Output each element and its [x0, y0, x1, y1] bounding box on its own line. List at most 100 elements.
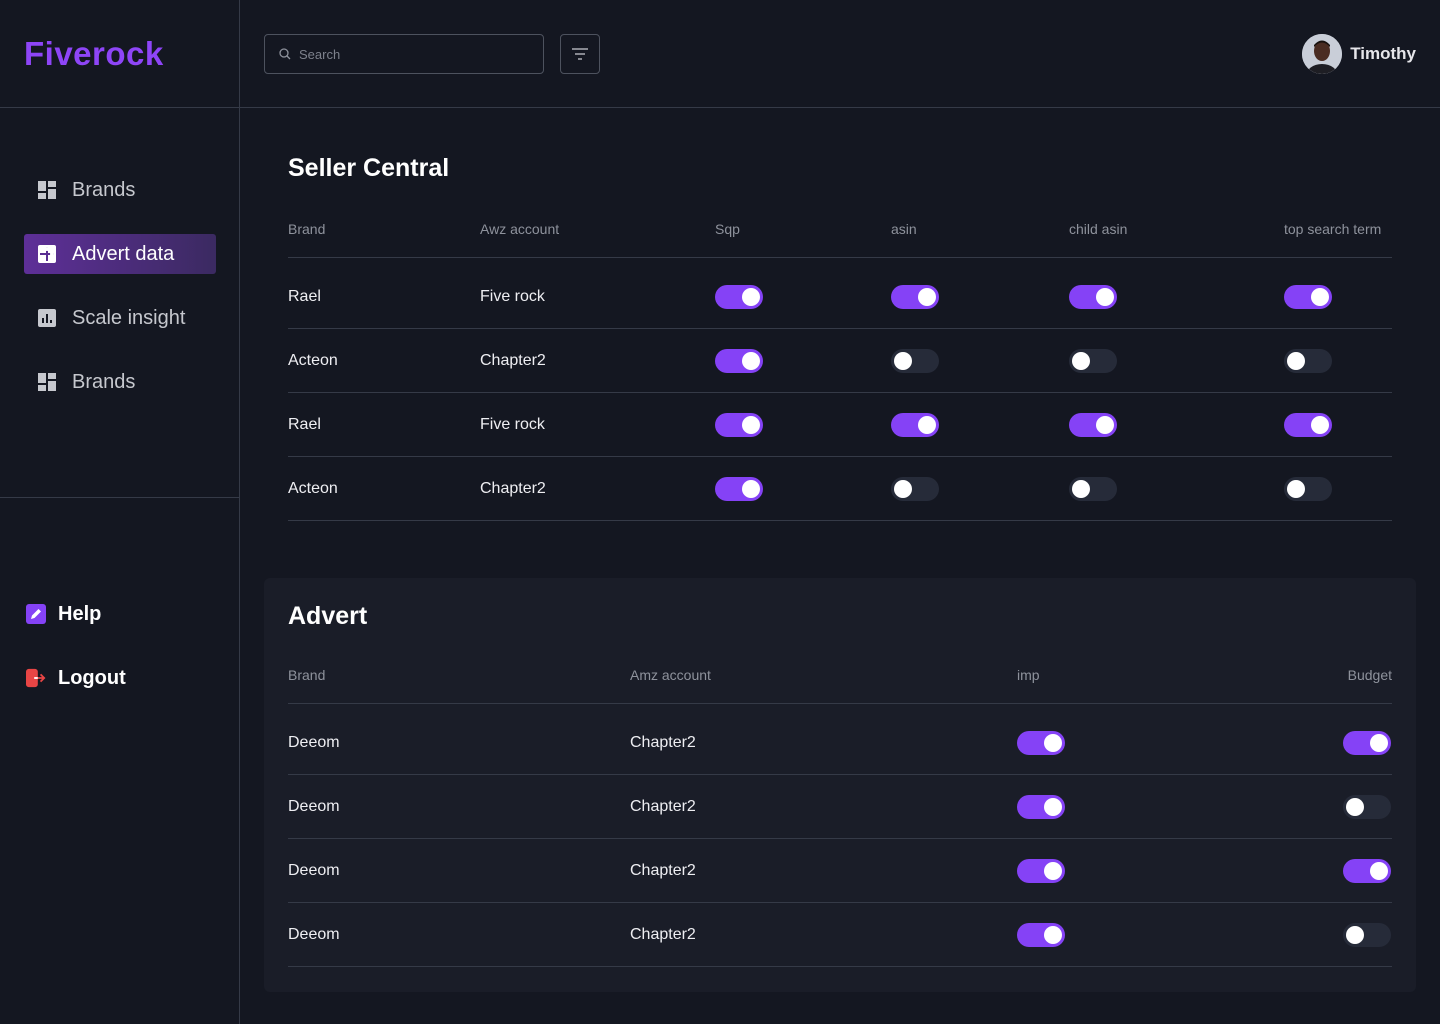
seller-central-section: Seller Central Brand Awz account Sqp asi…	[288, 154, 1392, 521]
advert-card: Advert Brand Amz account imp Budget Deeo…	[264, 578, 1416, 992]
budget-toggle[interactable]	[1343, 731, 1391, 755]
child-asin-toggle[interactable]	[1069, 412, 1117, 437]
sidebar-item-brands-2[interactable]: Brands	[24, 362, 216, 402]
account-cell: Chapter2	[630, 925, 696, 943]
logout-button[interactable]: Logout	[26, 660, 126, 696]
advert-section: Advert Brand Amz account imp Budget Deeo…	[288, 602, 1392, 967]
sidebar-bottom-nav: Help Logout	[26, 596, 126, 724]
table-row: Deeom Chapter2	[288, 703, 1392, 775]
search-box[interactable]	[264, 34, 544, 74]
grid-icon	[38, 181, 56, 199]
toggle-knob	[1044, 734, 1062, 752]
toggle-knob	[1287, 351, 1305, 370]
imp-toggle[interactable]	[1017, 794, 1065, 819]
sidebar-item-brands[interactable]: Brands	[24, 170, 216, 210]
imp-toggle[interactable]	[1017, 858, 1065, 883]
brand-cell: Deeom	[288, 797, 340, 815]
child-asin-toggle[interactable]	[1069, 476, 1117, 501]
toggle-knob	[1370, 734, 1388, 752]
asin-toggle[interactable]	[891, 348, 939, 373]
toggle-knob	[1346, 797, 1364, 816]
table-body: Rael Five rock Acteon Chapter2 Rael Five…	[288, 257, 1392, 521]
brand-cell: Acteon	[288, 479, 338, 497]
column-header: top search term	[1284, 221, 1382, 237]
column-header: asin	[891, 221, 917, 237]
sqp-toggle[interactable]	[715, 412, 763, 437]
sqp-toggle[interactable]	[715, 348, 763, 373]
asin-toggle[interactable]	[891, 412, 939, 437]
account-cell: Chapter2	[480, 479, 546, 497]
brand-cell: Rael	[288, 415, 321, 433]
column-header: Sqp	[715, 221, 740, 237]
column-header: Brand	[288, 667, 326, 683]
top-search-term-toggle[interactable]	[1284, 285, 1332, 309]
column-header: Brand	[288, 221, 326, 237]
account-cell: Five rock	[480, 415, 545, 433]
column-header: Budget	[1347, 667, 1392, 683]
puzzle-icon	[38, 245, 56, 263]
user-name: Timothy	[1350, 44, 1416, 63]
sidebar-nav: Brands Advert data Scale insight Brands	[24, 170, 216, 426]
avatar[interactable]	[1302, 34, 1343, 74]
help-label: Help	[58, 602, 102, 625]
table-row: Rael Five rock	[288, 393, 1392, 457]
budget-toggle[interactable]	[1343, 858, 1391, 883]
child-asin-toggle[interactable]	[1069, 348, 1117, 373]
imp-toggle[interactable]	[1017, 922, 1065, 947]
toggle-knob	[1044, 925, 1062, 944]
edit-icon	[26, 604, 46, 624]
asin-toggle[interactable]	[891, 285, 939, 309]
help-button[interactable]: Help	[26, 596, 126, 632]
toggle-knob	[1096, 415, 1114, 434]
sidebar: Fiverock Brands Advert data Scale insigh…	[0, 0, 240, 1024]
account-cell: Chapter2	[630, 861, 696, 879]
toggle-knob	[1096, 288, 1114, 306]
budget-toggle[interactable]	[1343, 922, 1391, 947]
filter-icon	[572, 48, 588, 60]
sqp-toggle[interactable]	[715, 476, 763, 501]
toggle-knob	[1346, 925, 1364, 944]
top-search-term-toggle[interactable]	[1284, 348, 1332, 373]
sidebar-item-scale-insight[interactable]: Scale insight	[24, 298, 216, 338]
table-row: Acteon Chapter2	[288, 457, 1392, 521]
toggle-knob	[1072, 351, 1090, 370]
imp-toggle[interactable]	[1017, 731, 1065, 755]
column-header: Awz account	[480, 221, 560, 237]
sidebar-item-label: Brands	[72, 178, 136, 201]
app-logo[interactable]: Fiverock	[24, 35, 164, 73]
toggle-knob	[1287, 479, 1305, 498]
table-row: Deeom Chapter2	[288, 903, 1392, 967]
toggle-knob	[894, 351, 912, 370]
sidebar-item-label: Scale insight	[72, 306, 186, 329]
avatar-image	[1302, 34, 1343, 74]
account-cell: Five rock	[480, 288, 545, 305]
sidebar-item-advert-data[interactable]: Advert data	[24, 234, 216, 274]
brand-cell: Deeom	[288, 925, 340, 943]
logout-label: Logout	[58, 666, 126, 689]
table-body: Deeom Chapter2 Deeom Chapter2 Deeom Chap…	[288, 703, 1392, 967]
top-search-term-toggle[interactable]	[1284, 476, 1332, 501]
top-header: Timothy	[240, 0, 1440, 108]
sqp-toggle[interactable]	[715, 285, 763, 309]
account-cell: Chapter2	[630, 734, 696, 751]
toggle-knob	[918, 288, 936, 306]
column-header: child asin	[1069, 221, 1128, 237]
account-cell: Chapter2	[480, 351, 546, 369]
brand-cell: Deeom	[288, 861, 340, 879]
asin-toggle[interactable]	[891, 476, 939, 501]
table-row: Rael Five rock	[288, 257, 1392, 329]
column-header: Amz account	[630, 667, 711, 683]
search-input[interactable]	[299, 46, 529, 62]
top-search-term-toggle[interactable]	[1284, 412, 1332, 437]
budget-toggle[interactable]	[1343, 794, 1391, 819]
child-asin-toggle[interactable]	[1069, 285, 1117, 309]
table-row: Acteon Chapter2	[288, 329, 1392, 393]
user-menu[interactable]: Timothy	[1302, 34, 1416, 74]
toggle-knob	[742, 479, 760, 498]
brand-cell: Acteon	[288, 351, 338, 369]
toggle-knob	[1311, 288, 1329, 306]
toggle-knob	[742, 288, 760, 306]
toggle-knob	[918, 415, 936, 434]
filter-button[interactable]	[560, 34, 600, 74]
grid-icon	[38, 373, 56, 391]
